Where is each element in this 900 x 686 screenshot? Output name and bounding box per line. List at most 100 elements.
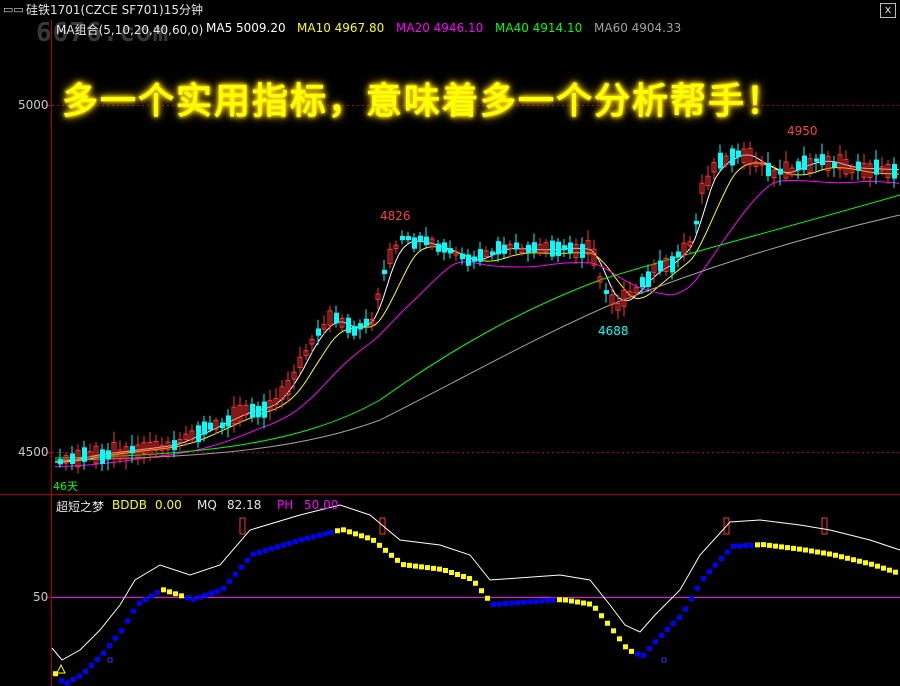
indicator-bar [599,613,604,619]
indicator-bar [65,680,70,686]
indicator-bar [491,601,496,607]
indicator-bar [215,588,220,594]
indicator-bar [821,550,826,556]
candle-body-down [466,254,471,266]
indicator-bar [443,568,448,573]
candle-body-down [526,244,531,254]
candle-body-down [172,440,177,451]
indicator-bar [77,673,82,679]
indicator-bar [341,527,346,533]
candle-body-down [358,323,363,330]
candle-body-down [382,269,387,275]
candle-body-down [346,317,351,333]
indicator-bar [377,542,382,548]
indicator-bar [365,535,370,541]
candle-body-down [490,251,495,256]
candle-body-down [556,241,561,257]
candle-body-down [802,155,807,170]
candle-body-down [730,148,735,166]
indicator-bar [203,592,208,598]
ma20-line [55,179,900,467]
price-label-5000: 5000 [18,98,49,112]
indicator-mq-label: MQ [197,498,217,512]
indicator-bar [461,574,466,579]
candle-body-down [472,256,477,262]
indicator-bar [113,635,118,641]
indicator-bar [881,565,886,571]
indicator-bar [383,547,388,553]
indicator-bar [389,552,394,558]
indicator-bar [527,599,532,605]
indicator-bar [755,542,760,548]
indicator-bar [719,556,724,562]
annotation-high-right: 4950 [787,124,818,138]
ma10-line [54,162,900,463]
indicator-bar [179,593,184,599]
indicator-bar [131,608,136,614]
indicator-bar [161,587,166,593]
indicator-bar [419,564,424,570]
candle-body-down [532,242,537,253]
indicator-bar [659,633,664,638]
indicator-bar [653,639,658,645]
indicator-bar [323,531,328,537]
candle-body-down [202,421,207,435]
candle-body-down [694,220,699,225]
candle-body-down [400,235,405,241]
indicator-label-50: 50 [33,590,49,604]
indicator-bar [95,657,100,662]
candle-body-down [82,447,87,462]
indicator-bar [509,600,514,606]
indicator-bar [533,598,538,604]
indicator-bars [53,517,898,686]
candle-body-down [604,290,609,294]
indicator-bar [773,543,778,549]
indicator-bar [635,651,640,657]
indicator-bar [137,600,142,606]
indicator-bar [551,597,556,603]
candle-body-down [448,248,453,254]
candle-body-down [766,162,771,177]
candle-body-down [106,450,111,460]
indicator-bar [503,601,508,607]
indicator-bar [689,596,694,602]
indicator-bar [317,532,322,538]
indicator-bar [593,605,598,611]
indicator-bar [743,543,748,549]
price-label-4500: 4500 [18,445,49,459]
indicator-bar [857,558,862,564]
indicator-bar [233,571,238,577]
candle-body-down [550,240,555,257]
indicator-bar [701,575,706,581]
candle-body-down [100,449,105,464]
candle-body-down [70,453,75,464]
indicator-bar [305,535,310,541]
indicator-bar [809,548,814,554]
indicator-bddb-label: BDDB [112,498,147,512]
indicator-ph-value: 50.00 [304,498,339,512]
indicator-bar [401,562,406,568]
candle-body-down [814,158,819,162]
triangle-marker [56,663,66,674]
indicator-bar [221,585,226,591]
candle-body-down [832,162,837,168]
indicator-bar [395,557,400,563]
indicator-bar [623,644,628,650]
indicator-bar [413,563,418,569]
indicator-name: 超短之梦 [56,500,105,514]
indicator-bar [791,545,796,551]
indicator-bar [251,551,256,557]
indicator-bar [851,557,856,563]
indicator-bar [521,599,526,605]
candle-body-down [568,242,573,254]
indicator-bar [59,678,64,684]
indicator-bar [287,540,292,546]
indicator-bar [713,562,718,568]
indicator-bar [797,546,802,552]
indicator-mq-value: 82.18 [227,498,262,512]
indicator-bar [749,542,754,548]
candle-body-down [640,277,645,288]
indicator-bar [539,598,544,604]
indicator-bar [293,539,298,545]
indicator-bar [515,600,520,606]
